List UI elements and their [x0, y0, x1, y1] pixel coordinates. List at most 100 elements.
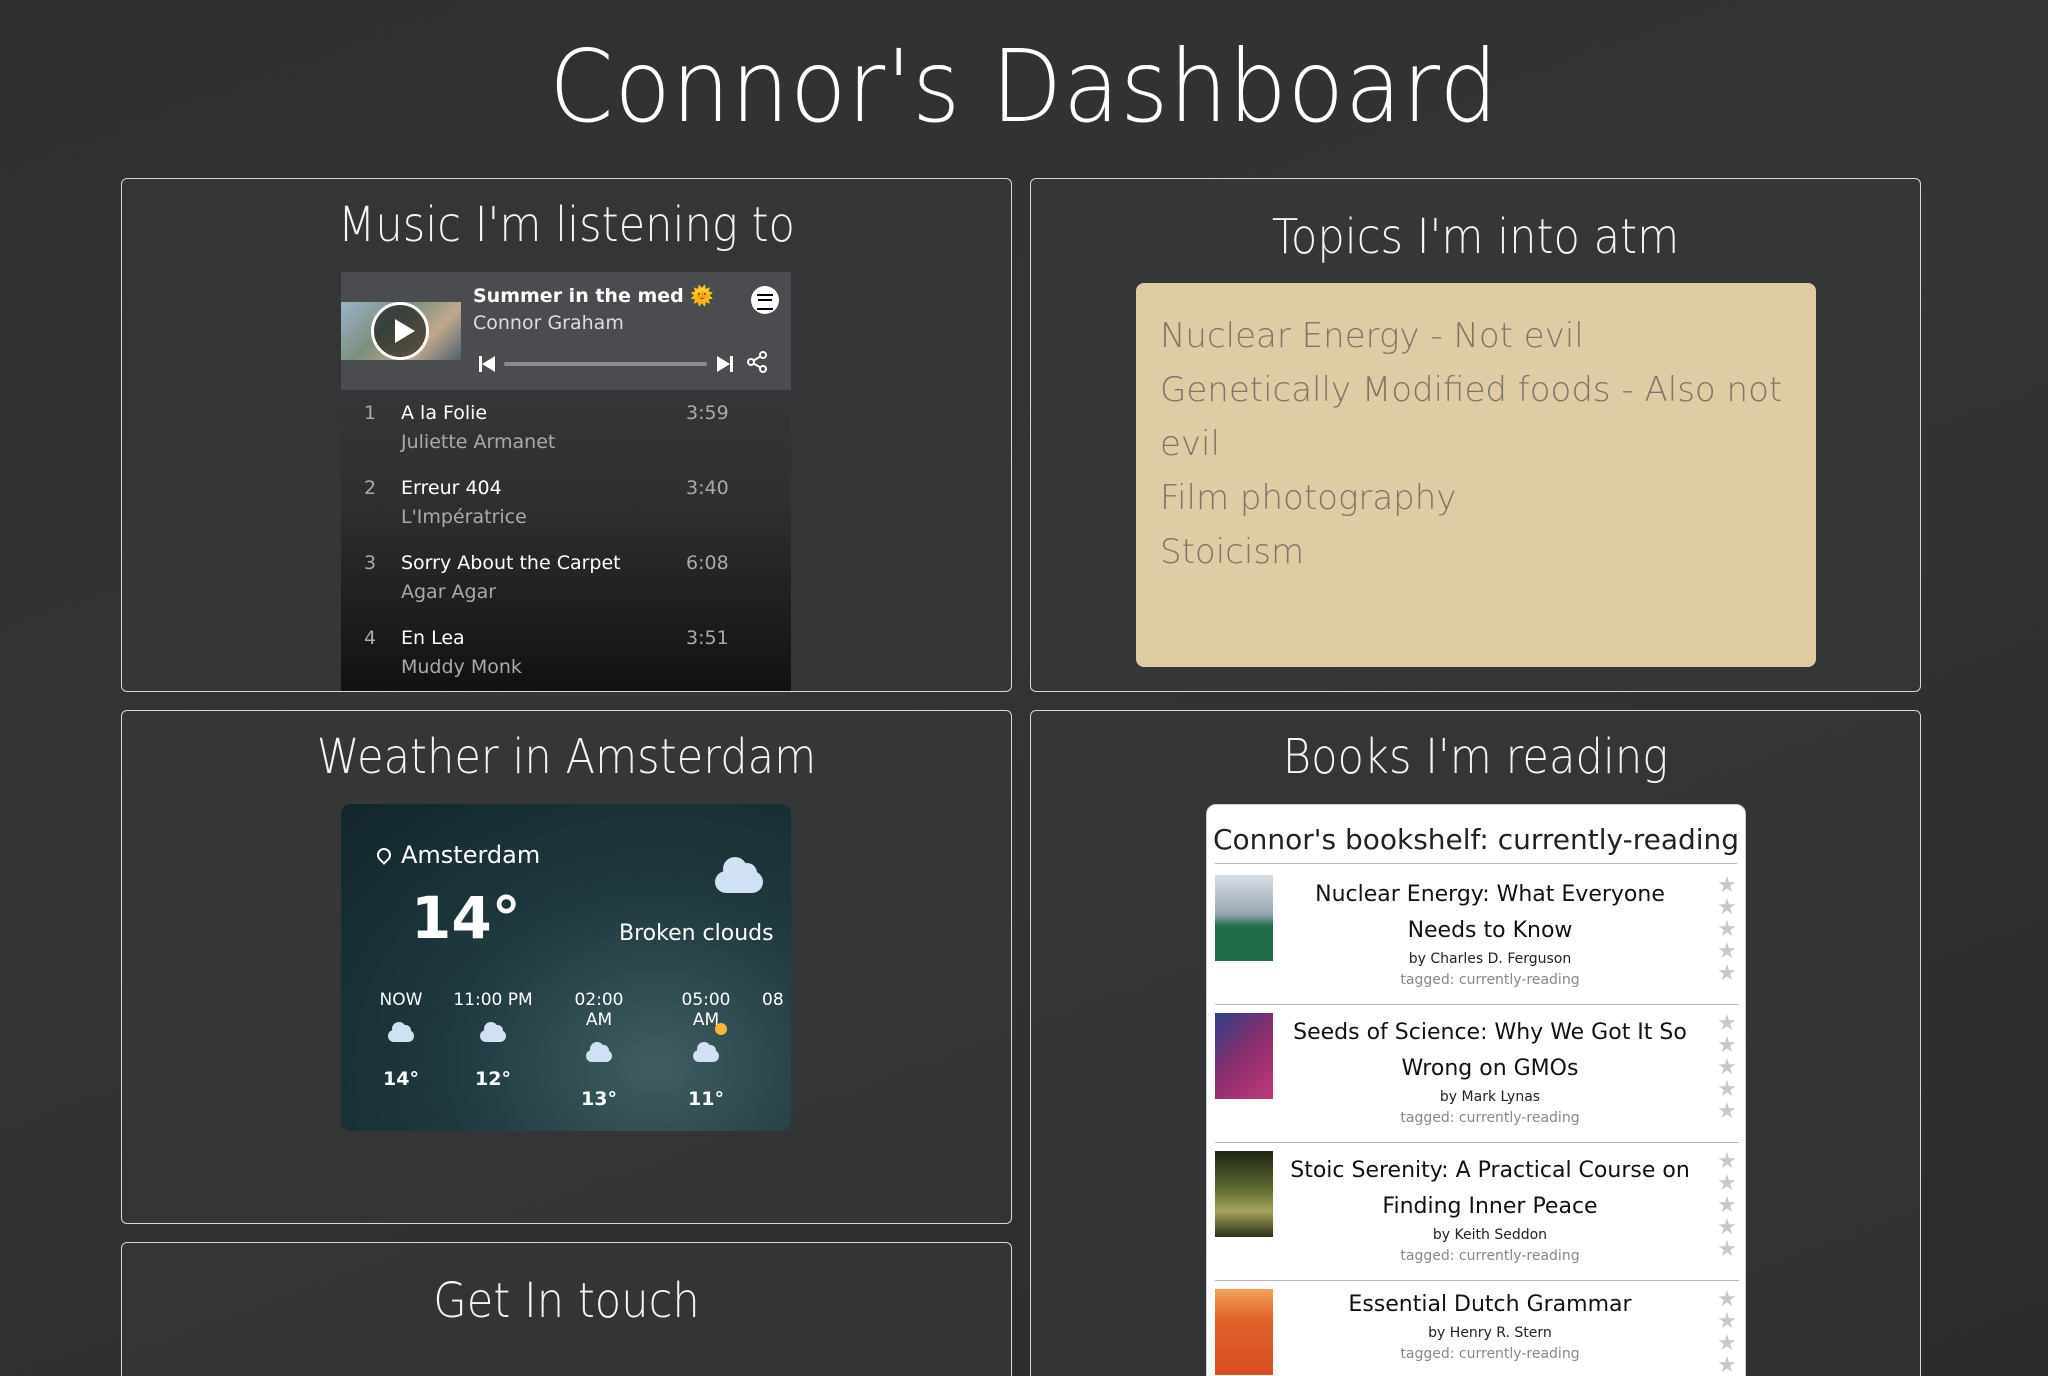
track-list: 1 A la Folie Juliette Armanet 3:59 2 Err… — [341, 390, 791, 690]
forecast-temp: 12° — [475, 1068, 511, 1090]
book-title[interactable]: Nuclear Energy: What Everyone Needs to K… — [1285, 877, 1695, 949]
track-row[interactable]: 3 Sorry About the Carpet Agar Agar 6:08 — [341, 540, 791, 615]
previous-track-icon[interactable] — [479, 355, 495, 373]
star-rating[interactable]: ★★★★★ — [1715, 1289, 1739, 1376]
forecast-time: NOW — [379, 990, 423, 1010]
book-item[interactable]: Nuclear Energy: What Everyone Needs to K… — [1215, 867, 1739, 1005]
book-info: Stoic Serenity: A Practical Course on Fi… — [1285, 1153, 1695, 1267]
book-tag: tagged: currently-reading — [1400, 972, 1580, 988]
topics-card: Topics I'm into atm Nuclear Energy - Not… — [1030, 178, 1921, 692]
star-icon[interactable]: ★ — [1715, 963, 1739, 985]
star-icon[interactable]: ★ — [1715, 1333, 1739, 1355]
star-icon[interactable]: ★ — [1715, 1217, 1739, 1239]
star-icon[interactable]: ★ — [1715, 1355, 1739, 1376]
book-author[interactable]: by Charles D. Ferguson — [1285, 949, 1695, 969]
cloud-icon — [480, 1022, 506, 1042]
book-cover[interactable] — [1215, 875, 1273, 961]
star-icon[interactable]: ★ — [1715, 1151, 1739, 1173]
forecast-time: 02:00 AM — [574, 990, 624, 1030]
star-icon[interactable]: ★ — [1715, 897, 1739, 919]
star-icon[interactable]: ★ — [1715, 1013, 1739, 1035]
hourly-forecast-item: 05:00 AM 11° — [666, 990, 746, 1110]
track-artist[interactable]: Juliette Armanet — [401, 431, 555, 453]
spotify-player[interactable]: Summer in the med 🌞 Connor Graham 1 A la… — [341, 272, 791, 691]
weather-card: Weather in Amsterdam Amsterdam 14° Broke… — [121, 710, 1012, 1224]
book-info: Seeds of Science: Why We Got It So Wrong… — [1285, 1015, 1695, 1129]
book-title[interactable]: Essential Dutch Grammar — [1285, 1287, 1695, 1323]
track-artist[interactable]: Agar Agar — [401, 581, 496, 603]
share-icon[interactable] — [745, 350, 769, 374]
forecast-temp: 11° — [688, 1088, 724, 1110]
topic-item: Film photography — [1160, 478, 1457, 518]
player-header: Summer in the med 🌞 Connor Graham — [341, 272, 791, 390]
track-title[interactable]: Erreur 404 — [401, 477, 502, 499]
star-icon[interactable]: ★ — [1715, 1239, 1739, 1261]
playlist-title[interactable]: Summer in the med 🌞 — [473, 284, 714, 307]
book-cover[interactable] — [1215, 1151, 1273, 1237]
book-cover[interactable] — [1215, 1013, 1273, 1099]
forecast-time: 11:00 PM — [453, 990, 533, 1010]
book-author[interactable]: by Mark Lynas — [1285, 1087, 1695, 1107]
cloud-icon — [388, 1022, 414, 1042]
track-number: 2 — [364, 477, 377, 499]
book-info: Nuclear Energy: What Everyone Needs to K… — [1285, 877, 1695, 991]
star-icon[interactable]: ★ — [1715, 1057, 1739, 1079]
cloud-icon — [715, 857, 763, 893]
book-author[interactable]: by Keith Seddon — [1285, 1225, 1695, 1245]
star-icon[interactable]: ★ — [1715, 1289, 1739, 1311]
star-rating[interactable]: ★★★★★ — [1715, 875, 1739, 985]
star-icon[interactable]: ★ — [1715, 1311, 1739, 1333]
books-card: Books I'm reading Connor's bookshelf: cu… — [1030, 710, 1921, 1376]
track-title[interactable]: A la Folie — [401, 402, 487, 424]
star-icon[interactable]: ★ — [1715, 1195, 1739, 1217]
star-icon[interactable]: ★ — [1715, 1101, 1739, 1123]
bookshelf-title[interactable]: Connor's bookshelf: currently-reading — [1207, 823, 1745, 856]
book-item[interactable]: Essential Dutch Grammar by Henry R. Ster… — [1215, 1281, 1739, 1376]
star-rating[interactable]: ★★★★★ — [1715, 1013, 1739, 1123]
star-rating[interactable]: ★★★★★ — [1715, 1151, 1739, 1261]
sticky-note: Nuclear Energy - Not evil Genetically Mo… — [1136, 283, 1816, 667]
forecast-time: 05:00 AM — [681, 990, 731, 1030]
track-artist[interactable]: Muddy Monk — [401, 656, 522, 678]
star-icon[interactable]: ★ — [1715, 875, 1739, 897]
book-title[interactable]: Seeds of Science: Why We Got It So Wrong… — [1285, 1015, 1695, 1087]
weather-city: Amsterdam — [401, 841, 541, 869]
music-card: Music I'm listening to Summer in the med… — [121, 178, 1012, 692]
book-tag: tagged: currently-reading — [1400, 1110, 1580, 1126]
book-cover[interactable] — [1215, 1289, 1273, 1375]
book-title[interactable]: Stoic Serenity: A Practical Course on Fi… — [1285, 1153, 1695, 1225]
book-item[interactable]: Seeds of Science: Why We Got It So Wrong… — [1215, 1005, 1739, 1143]
contact-card: Get In touch — [121, 1242, 1012, 1376]
track-title[interactable]: En Lea — [401, 627, 465, 649]
book-info: Essential Dutch Grammar by Henry R. Ster… — [1285, 1287, 1695, 1365]
goodreads-widget: Connor's bookshelf: currently-reading Nu… — [1206, 804, 1746, 1376]
star-icon[interactable]: ★ — [1715, 919, 1739, 941]
track-row[interactable]: 1 A la Folie Juliette Armanet 3:59 — [341, 390, 791, 465]
star-icon[interactable]: ★ — [1715, 1035, 1739, 1057]
page-title: Connor's Dashboard — [549, 28, 1499, 145]
hourly-forecast-item: 02:00 AM 13° — [559, 990, 639, 1110]
play-button[interactable] — [371, 302, 429, 360]
progress-bar[interactable] — [504, 362, 707, 366]
playlist-owner[interactable]: Connor Graham — [473, 312, 624, 334]
spotify-logo-icon[interactable] — [751, 286, 779, 314]
weather-widget[interactable]: Amsterdam 14° Broken clouds NOW 14° 11:0… — [341, 804, 791, 1131]
book-item[interactable]: Stoic Serenity: A Practical Course on Fi… — [1215, 1143, 1739, 1281]
current-temperature: 14° — [411, 884, 521, 952]
book-author[interactable]: by Henry R. Stern — [1285, 1323, 1695, 1343]
music-card-title: Music I'm listening to — [338, 197, 795, 253]
topic-item: Stoicism — [1160, 532, 1305, 572]
book-tag: tagged: currently-reading — [1400, 1346, 1580, 1362]
star-icon[interactable]: ★ — [1715, 1079, 1739, 1101]
track-artist[interactable]: L'Impératrice — [401, 506, 527, 528]
track-title[interactable]: Sorry About the Carpet — [401, 552, 621, 574]
track-row[interactable]: 2 Erreur 404 L'Impératrice 3:40 — [341, 465, 791, 540]
cloud-icon — [586, 1042, 612, 1062]
moon-icon — [715, 1023, 727, 1035]
track-row[interactable]: 4 En Lea Muddy Monk 3:51 — [341, 615, 791, 690]
star-icon[interactable]: ★ — [1715, 1173, 1739, 1195]
next-track-icon[interactable] — [717, 355, 733, 373]
hourly-forecast-item: 08 — [762, 990, 791, 1010]
star-icon[interactable]: ★ — [1715, 941, 1739, 963]
track-duration: 6:08 — [686, 552, 729, 574]
